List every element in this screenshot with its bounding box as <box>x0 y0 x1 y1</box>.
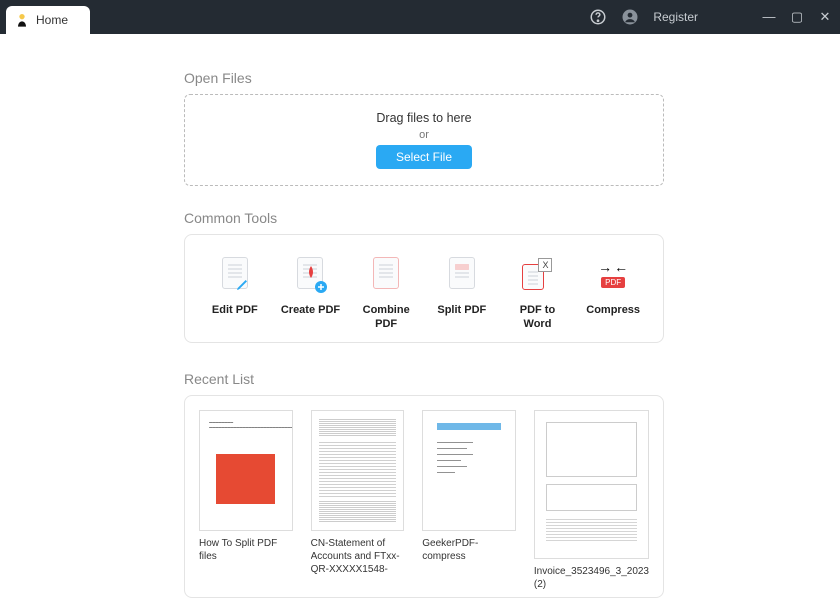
create-pdf-icon <box>292 251 328 295</box>
recent-filename: GeekerPDF-compress <box>422 537 516 563</box>
recent-item[interactable]: ▬▬▬▬▬▬▬▬▬▬▬▬▬▬▬▬▬▬▬▬▬▬▬▬▬▬▬▬▬▬▬▬▬▬▬▬ How… <box>199 410 293 591</box>
recent-item[interactable]: Invoice_3523496_3_2023 (2) <box>534 410 649 591</box>
maximize-button[interactable]: ▢ <box>790 9 804 25</box>
tool-pdf-to-word[interactable]: X PDF to Word <box>500 251 576 332</box>
help-icon[interactable] <box>589 8 607 26</box>
common-tools-title: Common Tools <box>184 210 664 226</box>
recent-grid: ▬▬▬▬▬▬▬▬▬▬▬▬▬▬▬▬▬▬▬▬▬▬▬▬▬▬▬▬▬▬▬▬▬▬▬▬ How… <box>184 395 664 598</box>
tab-label: Home <box>36 13 68 27</box>
recent-filename: CN-Statement of Accounts and FTxx-QR-XXX… <box>311 537 405 575</box>
app-icon <box>14 12 30 28</box>
tool-label: Create PDF <box>281 303 340 317</box>
recent-list-title: Recent List <box>184 371 664 387</box>
tool-combine-pdf[interactable]: Combine PDF <box>348 251 424 332</box>
compress-icon: →←PDF <box>595 251 631 295</box>
titlebar-right: Register — ▢ ✕ <box>589 0 832 34</box>
or-text: or <box>419 129 429 141</box>
recent-filename: How To Split PDF files <box>199 537 293 563</box>
combine-pdf-icon <box>368 251 404 295</box>
document-thumbnail <box>534 410 649 559</box>
recent-item[interactable]: CN-Statement of Accounts and FTxx-QR-XXX… <box>311 410 405 591</box>
tool-label: PDF to Word <box>506 303 568 332</box>
tool-compress[interactable]: →←PDF Compress <box>575 251 651 332</box>
home-tab[interactable]: Home <box>6 6 90 34</box>
drag-hint: Drag files to here <box>376 111 471 125</box>
tool-edit-pdf[interactable]: Edit PDF <box>197 251 273 332</box>
document-thumbnail: ▬▬▬▬▬▬▬▬▬▬▬▬▬▬▬▬▬▬▬▬▬▬▬▬▬▬▬▬▬▬▬▬▬▬▬▬ <box>199 410 293 532</box>
tools-grid: Edit PDF Create PDF Combine PDF Split PD… <box>184 234 664 343</box>
minimize-button[interactable]: — <box>762 9 776 25</box>
main-content: Open Files Drag files to here or Select … <box>184 70 664 598</box>
register-link[interactable]: Register <box>653 10 698 24</box>
window-controls: — ▢ ✕ <box>762 9 832 25</box>
recent-item[interactable]: ▬▬▬▬▬▬▬▬▬▬▬▬▬▬▬▬▬▬▬▬▬▬▬▬▬▬▬▬▬▬▬▬▬▬▬▬▬▬▬▬… <box>422 410 516 591</box>
split-pdf-icon <box>444 251 480 295</box>
file-dropzone[interactable]: Drag files to here or Select File <box>184 94 664 186</box>
close-button[interactable]: ✕ <box>818 9 832 25</box>
tool-label: Compress <box>586 303 640 317</box>
tool-create-pdf[interactable]: Create PDF <box>273 251 349 332</box>
select-file-button[interactable]: Select File <box>376 145 472 169</box>
titlebar: Home Register — ▢ ✕ <box>0 0 840 34</box>
edit-pdf-icon <box>217 251 253 295</box>
tool-label: Edit PDF <box>212 303 258 317</box>
tool-label: Split PDF <box>437 303 486 317</box>
pdf-to-word-icon: X <box>519 251 555 295</box>
document-thumbnail <box>311 410 405 532</box>
open-files-title: Open Files <box>184 70 664 86</box>
tool-label: Combine PDF <box>355 303 417 332</box>
document-thumbnail: ▬▬▬▬▬▬▬▬▬▬▬▬▬▬▬▬▬▬▬▬▬▬▬▬▬▬▬▬▬▬▬▬▬▬▬▬▬▬▬▬… <box>422 410 516 532</box>
tool-split-pdf[interactable]: Split PDF <box>424 251 500 332</box>
user-icon[interactable] <box>621 8 639 26</box>
